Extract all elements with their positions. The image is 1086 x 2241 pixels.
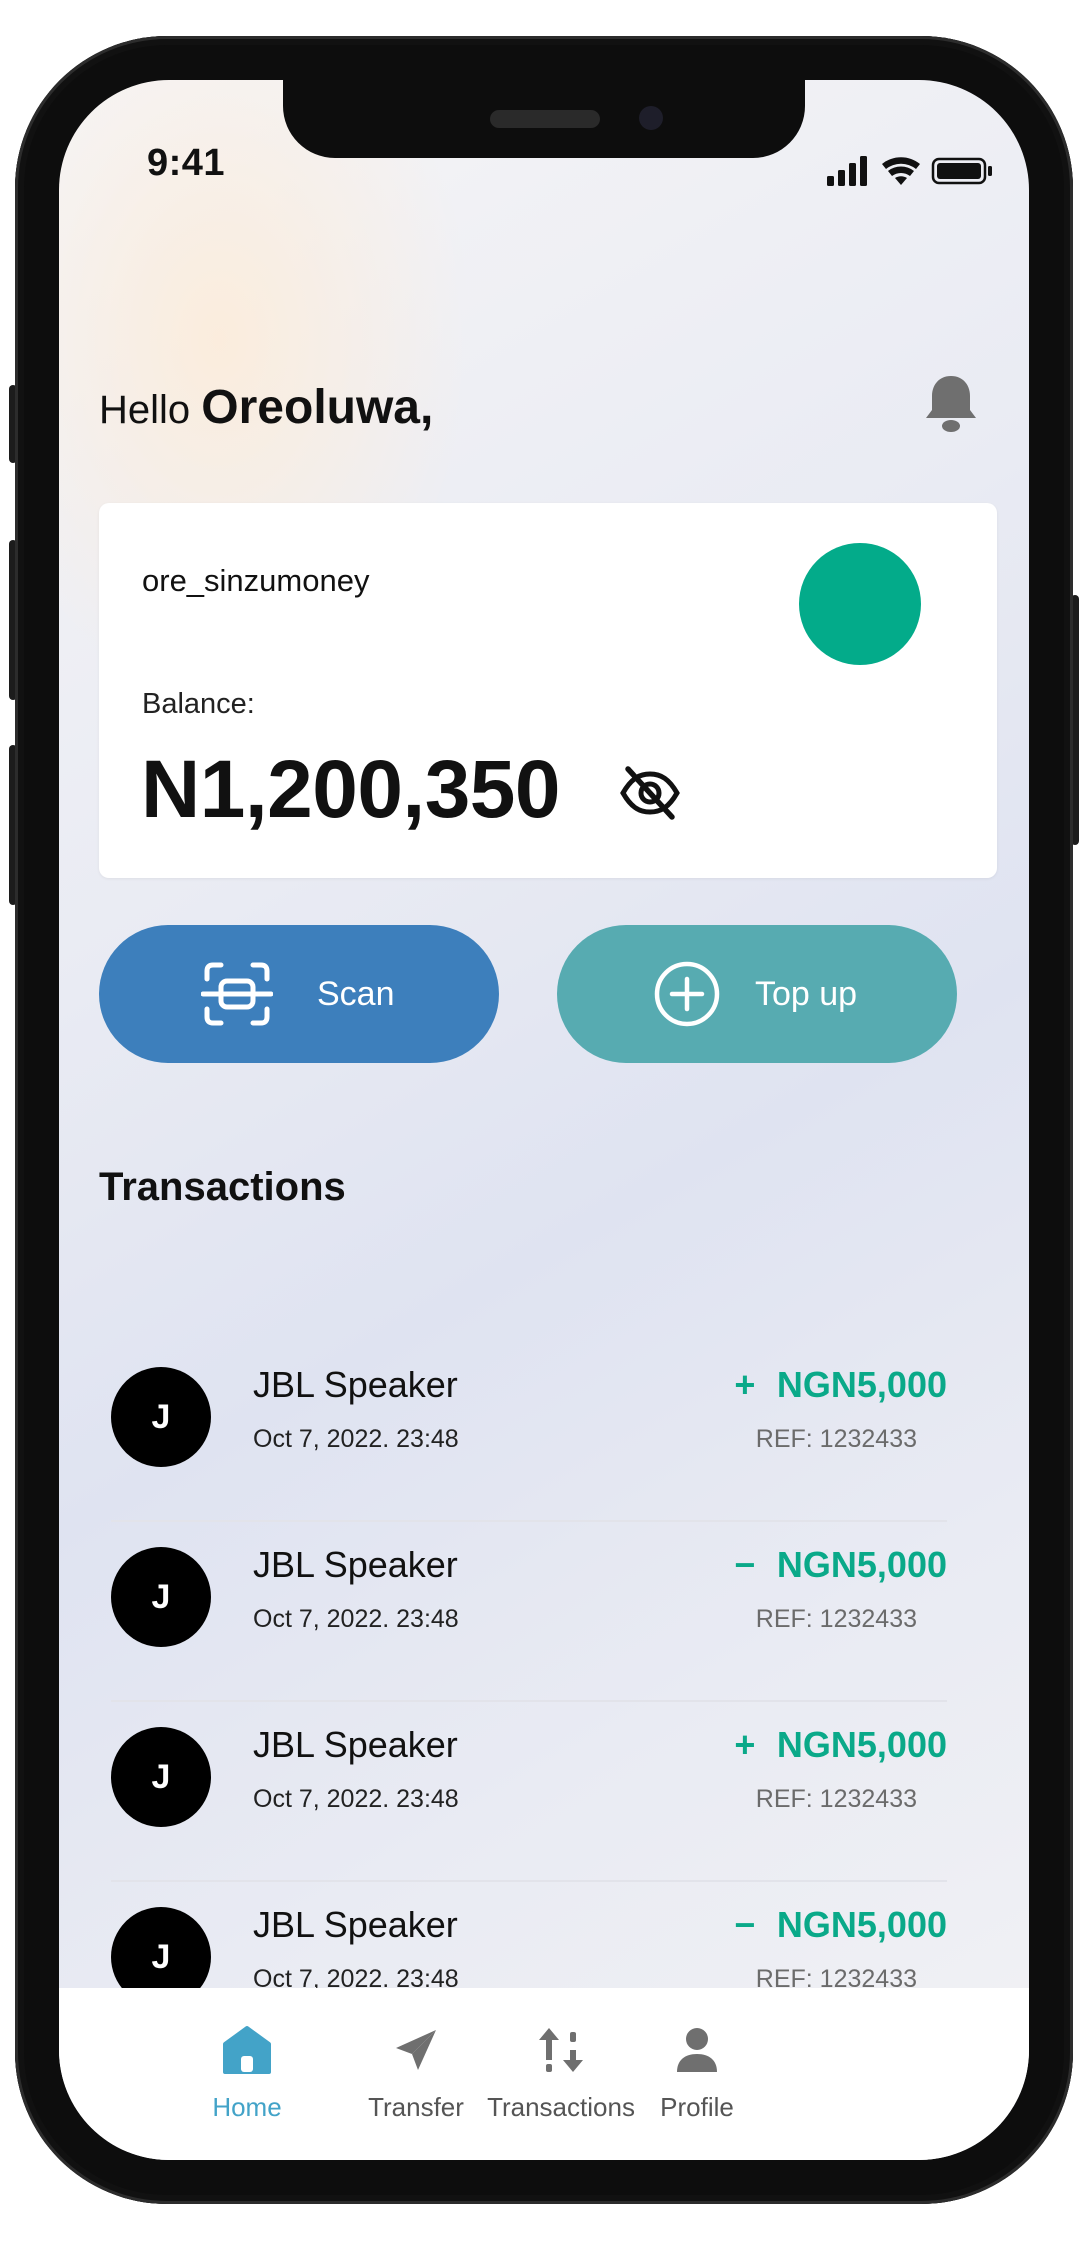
status-time: 9:41 — [147, 142, 226, 184]
transaction-title: JBL Speaker — [253, 1364, 458, 1405]
transaction-amount-value: NGN5,000 — [776, 1724, 947, 1765]
scan-qr-icon — [201, 962, 273, 1026]
tab-home[interactable]: Home — [157, 1988, 337, 2160]
account-avatar[interactable] — [799, 543, 921, 665]
transaction-reference: REF: 1232433 — [755, 1785, 917, 1813]
transaction-sign: − — [734, 1544, 756, 1585]
scan-button[interactable]: Scan — [99, 925, 499, 1063]
greeting-user-name: Oreoluwa, — [201, 381, 434, 434]
tab-profile-label: Profile — [660, 2092, 734, 2122]
top-up-button[interactable]: Top up — [557, 925, 957, 1063]
account-username: ore_sinzumoney — [142, 563, 370, 598]
transaction-reference: REF: 1232433 — [755, 1425, 917, 1453]
transaction-sign: + — [734, 1364, 756, 1405]
transaction-amount-value: NGN5,000 — [776, 1904, 947, 1945]
wifi-icon — [882, 157, 920, 185]
transaction-avatar: J — [111, 1547, 211, 1647]
status-icons — [827, 156, 992, 186]
transaction-title: JBL Speaker — [253, 1904, 458, 1945]
transaction-amount: + NGN5,000 — [727, 1724, 947, 1766]
transaction-reference: REF: 1232433 — [755, 1605, 917, 1633]
transaction-date: Oct 7, 2022. 23:48 — [253, 1605, 459, 1633]
transaction-amount-value: NGN5,000 — [776, 1364, 947, 1405]
phone-frame: 9:41 Hello Oreoluwa, ore_sinzumoney Bala… — [15, 36, 1073, 2204]
transaction-amount: − NGN5,000 — [727, 1904, 947, 1946]
profile-icon — [677, 2028, 717, 2072]
transaction-row[interactable]: J JBL Speaker Oct 7, 2022. 23:48 + NGN5,0… — [111, 1342, 947, 1522]
hide-balance-eye-off-icon[interactable] — [619, 765, 681, 821]
greeting-hello: Hello — [99, 388, 191, 432]
transaction-title: JBL Speaker — [253, 1544, 458, 1585]
transaction-row[interactable]: J JBL Speaker Oct 7, 2022. 23:48 − NGN5,0… — [111, 1522, 947, 1702]
bottom-tab-bar: Home Transfer Transactions Profile — [59, 1988, 1029, 2160]
notification-bell-icon[interactable] — [923, 372, 979, 436]
scan-button-label: Scan — [317, 975, 395, 1013]
earpiece-speaker — [490, 110, 600, 128]
transaction-amount: − NGN5,000 — [727, 1544, 947, 1586]
account-card: ore_sinzumoney Balance: N1,200,350 — [99, 503, 997, 878]
balance-label: Balance: — [142, 688, 255, 720]
transaction-amount-value: NGN5,000 — [776, 1544, 947, 1585]
app-screen: 9:41 Hello Oreoluwa, ore_sinzumoney Bala… — [59, 80, 1029, 2160]
transactions-heading: Transactions — [99, 1165, 346, 1209]
home-icon — [223, 2026, 271, 2074]
balance-amount: N1,200,350 — [141, 744, 561, 835]
transaction-avatar: J — [111, 1367, 211, 1467]
notch — [283, 80, 805, 158]
top-up-button-label: Top up — [755, 975, 858, 1013]
tab-home-label: Home — [212, 2092, 282, 2122]
transaction-date: Oct 7, 2022. 23:48 — [253, 1425, 459, 1453]
greeting: Hello Oreoluwa, — [99, 380, 433, 435]
transactions-arrows-icon — [539, 2028, 583, 2072]
transaction-avatar: J — [111, 1727, 211, 1827]
transaction-sign: + — [734, 1724, 756, 1765]
transaction-amount: + NGN5,000 — [727, 1364, 947, 1406]
transaction-title: JBL Speaker — [253, 1724, 458, 1765]
transaction-row[interactable]: J JBL Speaker Oct 7, 2022. 23:48 + NGN5,0… — [111, 1702, 947, 1882]
plus-circle-icon — [654, 961, 720, 1027]
front-camera — [639, 106, 663, 130]
transaction-date: Oct 7, 2022. 23:48 — [253, 1785, 459, 1813]
tab-profile[interactable]: Profile — [607, 1988, 787, 2160]
transaction-sign: − — [734, 1904, 756, 1945]
send-icon — [396, 2030, 436, 2070]
battery-icon — [931, 157, 992, 185]
cellular-signal-icon — [827, 156, 867, 186]
